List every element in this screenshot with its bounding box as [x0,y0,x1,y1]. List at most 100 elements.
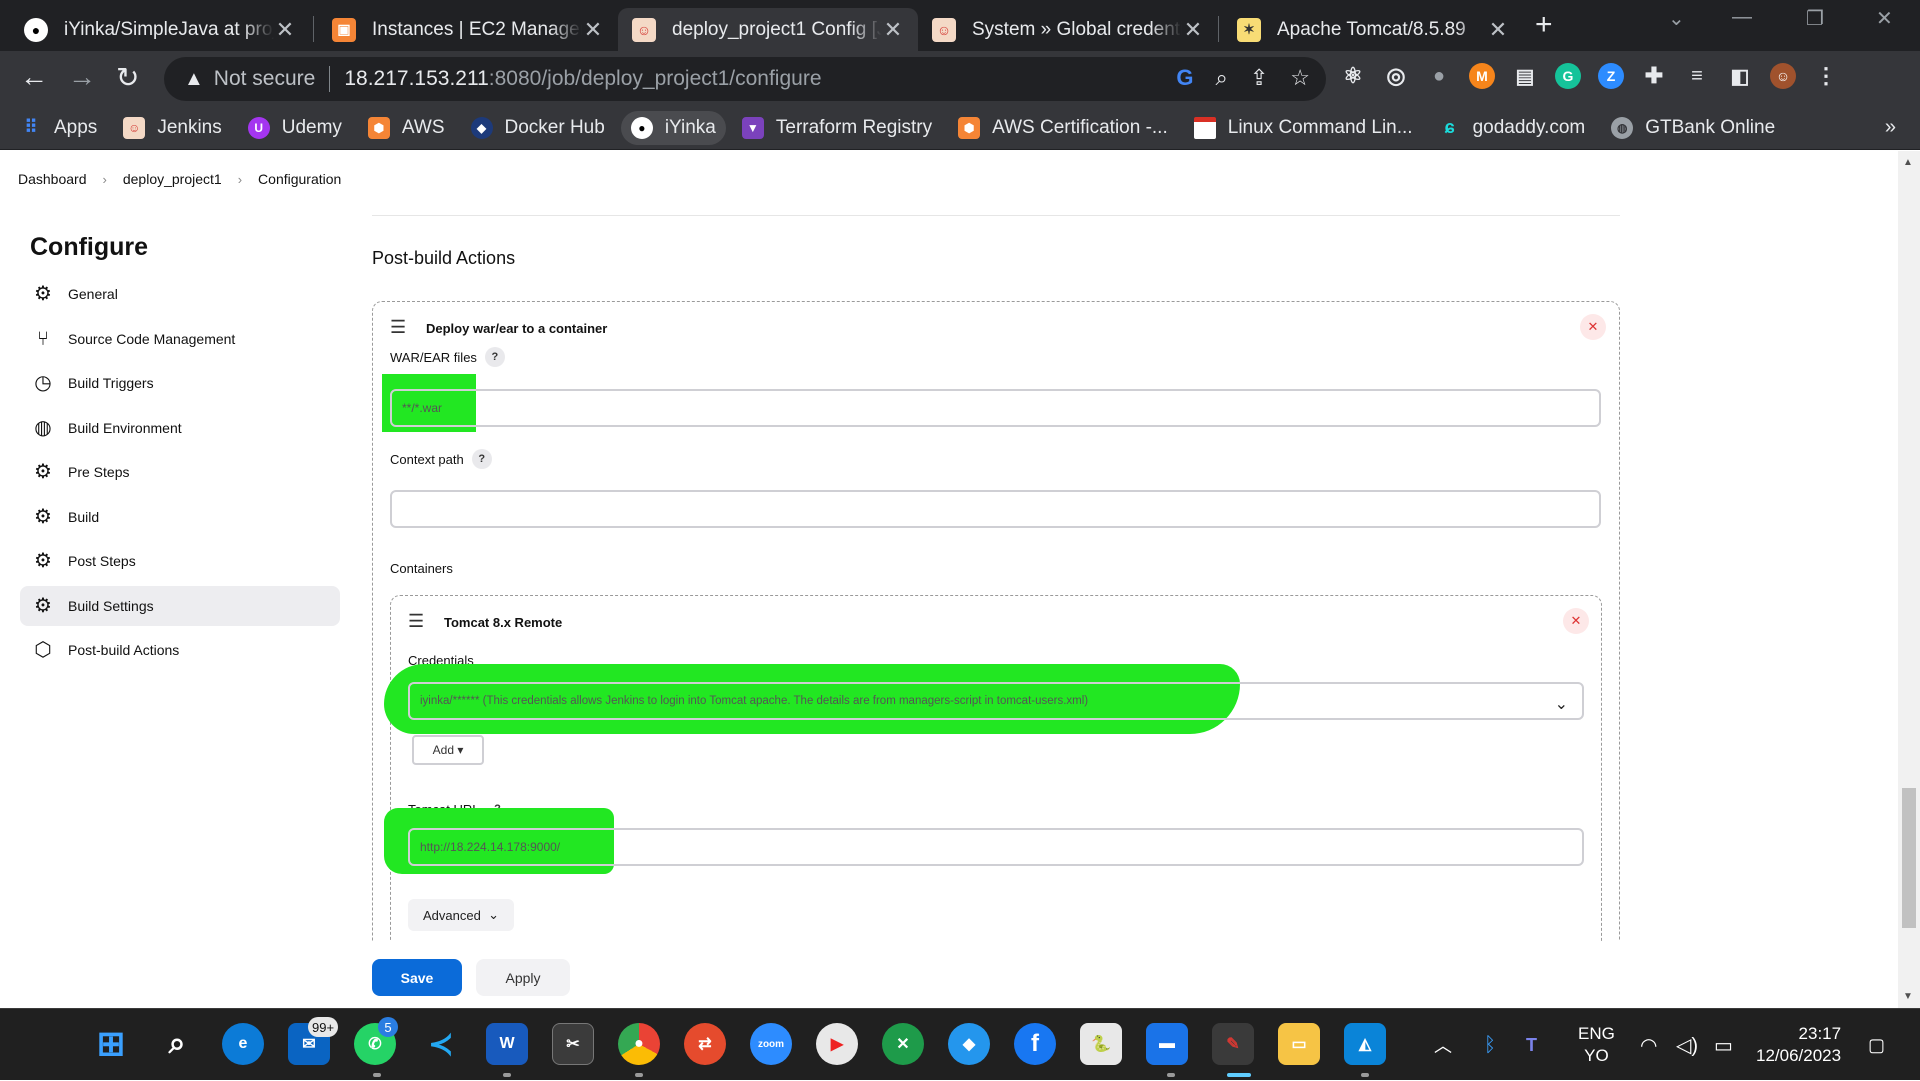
bookmark-gtbank[interactable]: ◍ GTBank Online [1611,116,1775,139]
close-window-icon[interactable]: ✕ [1876,6,1893,31]
nav-post-steps[interactable]: ⚙ Post Steps [20,541,340,581]
tab-deploy-config[interactable]: ☺ deploy_project1 Config [J ✕ [618,8,918,51]
bookmark-star-icon[interactable]: ☆ [1290,65,1310,91]
bookmark-udemy[interactable]: U Udemy [247,116,342,139]
edge-icon[interactable]: e [222,1023,264,1065]
nav-post-build-actions[interactable]: ⬡ Post-build Actions [20,630,340,670]
bookmark-apps[interactable]: ⠿ Apps [20,117,97,139]
metamask-icon[interactable]: M [1469,63,1495,89]
help-icon[interactable]: ? [484,347,505,367]
nav-build-environment[interactable]: ◍ Build Environment [20,408,340,448]
wifi-icon[interactable]: ◠ [1640,1009,1657,1081]
restore-icon[interactable]: ❐ [1806,6,1824,31]
close-icon[interactable]: ✕ [1487,17,1509,43]
zoom-icon[interactable]: zoom [750,1023,792,1065]
close-icon[interactable]: ✕ [1182,17,1204,43]
back-icon[interactable]: ← [20,61,48,93]
nav-build[interactable]: ⚙ Build [20,497,340,537]
scrollbar-thumb[interactable] [1902,788,1916,928]
share-icon[interactable]: ⇪ [1250,65,1268,91]
puzzle-icon[interactable]: ✚ [1641,63,1667,89]
bookmark-jenkins[interactable]: ☺ Jenkins [123,116,222,139]
teams-icon[interactable]: T [1526,1009,1537,1081]
nav-build-triggers[interactable]: ◷ Build Triggers [20,363,340,403]
nav-pre-steps[interactable]: ⚙ Pre Steps [20,452,340,492]
breadcrumb-configuration[interactable]: Configuration [258,171,341,187]
drag-handle-icon[interactable]: ☰ [390,317,406,338]
xbox-icon[interactable]: ✕ [882,1023,924,1065]
scroll-down-icon[interactable]: ▼ [1903,991,1913,1002]
address-bar[interactable]: ▲ Not secure 18.217.153.211 :8080/job/de… [164,57,1326,101]
clock[interactable]: 23:17 12/06/2023 [1756,1023,1841,1067]
tab-ec2[interactable]: ▣ Instances | EC2 Managem ✕ [318,8,618,51]
video-player-icon[interactable]: ▶ [816,1023,858,1065]
bookmark-godaddy[interactable]: ɕ godaddy.com [1439,117,1586,139]
profile-avatar[interactable]: ☺ [1770,63,1796,89]
more-bookmarks-icon[interactable]: » [1885,116,1896,139]
docker-icon[interactable]: ◆ [948,1023,990,1065]
help-icon[interactable]: ? [471,449,492,469]
facebook-icon[interactable]: f [1014,1023,1056,1065]
search-icon[interactable]: ⌕ [156,1023,198,1065]
nav-build-settings[interactable]: ⚙ Build Settings [20,585,340,626]
remove-container-button[interactable]: ✕ [1563,608,1589,634]
vscode-icon[interactable]: ≺ [420,1023,462,1065]
bookmark-aws-certification[interactable]: ⬢ AWS Certification -... [958,116,1168,139]
notifications-icon[interactable]: ▢ [1868,1009,1885,1081]
tab-github[interactable]: ● iYinka/SimpleJava at proje ✕ [10,8,310,51]
photos-icon[interactable]: ◭ [1344,1023,1386,1065]
snip-sketch-icon[interactable]: ✎ [1212,1023,1254,1065]
language-indicator[interactable]: ENG YO [1578,1023,1615,1067]
volume-icon[interactable]: ◁) [1676,1009,1698,1081]
snipping-tool-icon[interactable]: ✂ [552,1023,594,1065]
tab-tomcat[interactable]: ✶ Apache Tomcat/8.5.89 ✕ [1223,8,1523,51]
battery-icon[interactable]: ▭ [1714,1009,1733,1081]
menu-dots-icon[interactable]: ⋮ [1813,63,1839,89]
remote-desktop-icon[interactable]: ⇄ [684,1023,726,1065]
clipboard-icon[interactable]: ▤ [1512,63,1538,89]
zoom-ext-icon[interactable]: Z [1598,63,1624,89]
forward-icon[interactable]: → [68,61,96,93]
nav-general[interactable]: ⚙ General [20,274,340,314]
python-icon[interactable]: 🐍 [1080,1023,1122,1065]
close-icon[interactable]: ✕ [882,17,904,43]
zoom-icon[interactable]: ⌕ [1216,65,1228,91]
close-icon[interactable]: ✕ [274,17,296,43]
tray-overflow-icon[interactable]: ︿ [1434,1009,1452,1081]
tomcat-url-input[interactable]: http://18.224.14.178:9000/ [408,828,1584,866]
drag-handle-icon[interactable]: ☰ [408,611,424,632]
add-credentials-button[interactable]: Add ▾ [412,735,484,765]
scroll-up-icon[interactable]: ▲ [1903,157,1913,168]
bookmark-iyinka[interactable]: ● iYinka [620,110,726,145]
bookmark-aws[interactable]: ⬢ AWS [367,116,445,139]
start-menu-icon[interactable]: ⊞ [90,1023,132,1065]
remove-step-button[interactable]: ✕ [1580,314,1606,340]
chrome-icon[interactable]: ● [618,1023,660,1065]
new-tab-icon[interactable]: + [1535,8,1553,42]
war-files-input[interactable]: **/*.war [390,389,1601,427]
tab-search-icon[interactable]: ⌄ [1668,6,1685,31]
breadcrumb-job[interactable]: deploy_project1 [123,171,222,187]
bookmark-docker-hub[interactable]: ◆ Docker Hub [470,116,605,139]
page-scrollbar[interactable]: ▲ ▼ [1898,151,1920,1008]
credentials-select[interactable]: iyinka/****** (This credentials allows J… [408,682,1584,720]
word-icon[interactable]: W [486,1023,528,1065]
side-panel-icon[interactable]: ◧ [1727,63,1753,89]
extension-icon[interactable]: ● [1426,63,1452,89]
close-icon[interactable]: ✕ [582,17,604,43]
save-button[interactable]: Save [372,959,462,996]
file-explorer-icon[interactable]: ▭ [1278,1023,1320,1065]
monitor-app-icon[interactable]: ▬ [1146,1023,1188,1065]
reload-icon[interactable]: ↻ [116,61,139,94]
nav-source-code-management[interactable]: ⑂ Source Code Management [20,319,340,359]
reading-list-icon[interactable]: ≡ [1684,63,1710,89]
breadcrumb-dashboard[interactable]: Dashboard [18,171,87,187]
advanced-button[interactable]: Advanced ⌄ [408,899,514,931]
target-icon[interactable]: ◎ [1383,63,1409,89]
google-icon[interactable]: G [1176,65,1193,91]
minimize-icon[interactable]: — [1732,6,1752,29]
bookmark-terraform[interactable]: ▼ Terraform Registry [741,116,932,139]
apply-button[interactable]: Apply [476,959,570,996]
bluetooth-icon[interactable]: ᛒ [1484,1009,1496,1081]
grammarly-icon[interactable]: G [1555,63,1581,89]
